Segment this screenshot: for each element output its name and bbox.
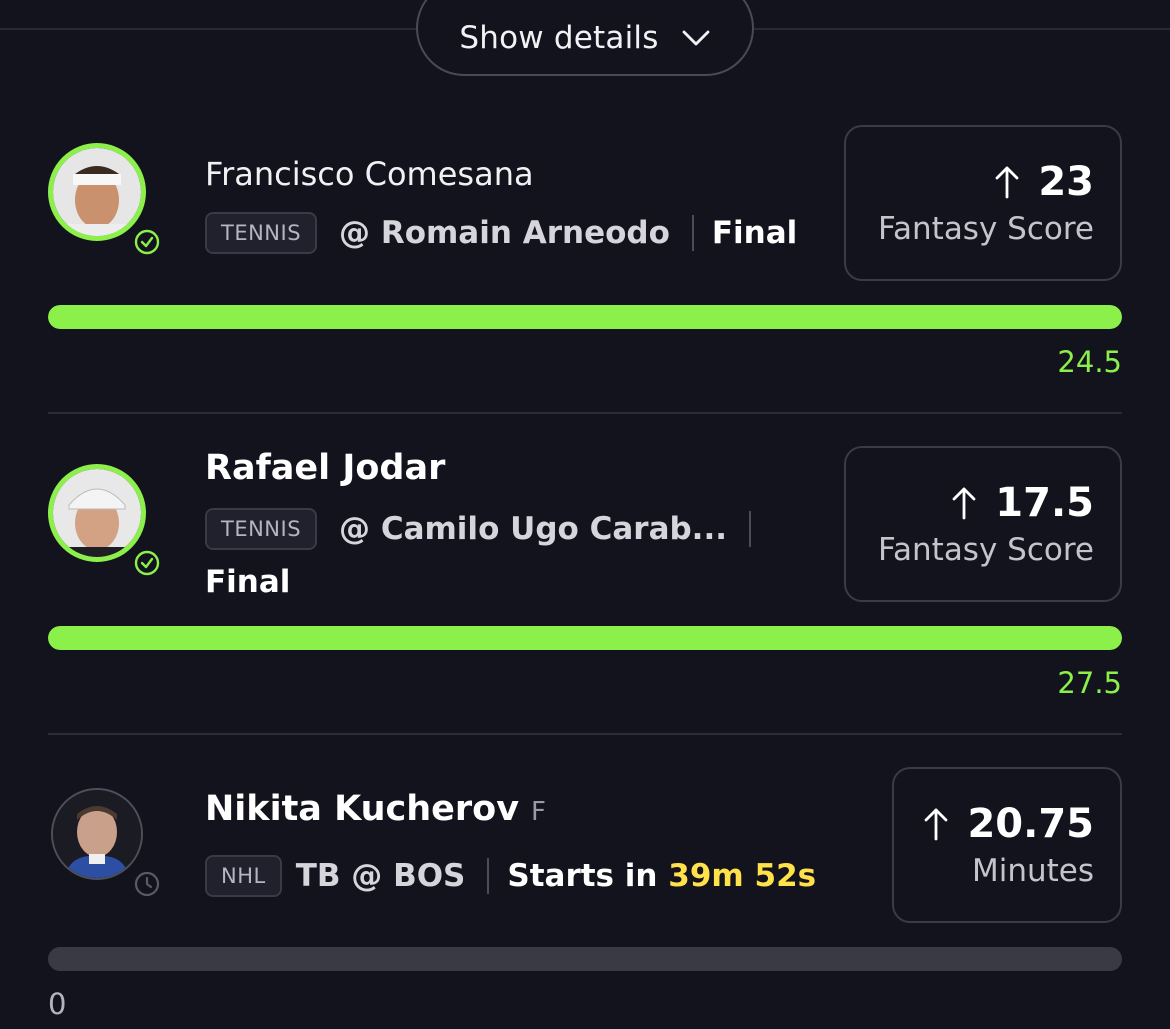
start-status: Starts in 39m 52s xyxy=(507,858,816,894)
projection-value: 23 xyxy=(1038,159,1094,205)
sport-tag: NHL xyxy=(205,855,282,897)
player-name: Nikita Kucherov xyxy=(205,789,520,829)
meta-separator xyxy=(749,511,752,547)
player-meta: TENNIS @ Romain Arneodo Final xyxy=(205,212,797,254)
player-photo xyxy=(53,148,141,236)
show-details-label: Show details xyxy=(459,20,659,56)
progress-fill xyxy=(48,626,1122,650)
projection-box[interactable]: 23 Fantasy Score xyxy=(844,125,1122,281)
show-details-button[interactable]: Show details xyxy=(416,0,754,76)
line-value: 24.5 xyxy=(1057,345,1122,379)
player-card-comesana[interactable]: Francisco Comesana TENNIS @ Romain Arneo… xyxy=(48,125,1122,285)
chevron-down-icon xyxy=(682,30,709,46)
arrow-up-icon xyxy=(925,808,948,841)
player-photo xyxy=(53,469,141,557)
player-card-kucherov[interactable]: Nikita Kucherov F NHL TB @ BOS Starts in … xyxy=(48,767,1122,923)
avatar xyxy=(48,464,146,562)
progress-bar xyxy=(48,947,1122,971)
player-avatar xyxy=(48,785,162,899)
player-position: F xyxy=(531,797,547,827)
stat-label: Minutes xyxy=(971,853,1094,889)
game-status: Final xyxy=(205,564,291,600)
clock-icon xyxy=(132,869,162,899)
line-value: 0 xyxy=(48,987,67,1021)
player-photo xyxy=(53,790,141,878)
check-circle-icon xyxy=(132,227,162,257)
stat-label: Fantasy Score xyxy=(878,211,1094,247)
sport-tag: TENNIS xyxy=(205,212,318,254)
progress-bar xyxy=(48,305,1122,329)
player-name: Francisco Comesana xyxy=(205,155,534,193)
card-divider xyxy=(48,733,1122,735)
projection-box[interactable]: 20.75 Minutes xyxy=(892,767,1122,923)
projection-value: 20.75 xyxy=(967,801,1094,847)
opponent: @ Camilo Ugo Carab... xyxy=(339,511,728,547)
player-name-row: Nikita Kucherov F xyxy=(205,789,546,829)
player-avatar xyxy=(48,143,162,257)
opponent: @ Romain Arneodo xyxy=(339,215,670,251)
card-divider xyxy=(48,412,1122,414)
player-avatar xyxy=(48,464,162,578)
progress-bar xyxy=(48,626,1122,650)
player-card-jodar[interactable]: Rafael Jodar TENNIS @ Camilo Ugo Carab..… xyxy=(48,446,1122,606)
arrow-up-icon xyxy=(995,166,1019,199)
line-value: 27.5 xyxy=(1057,666,1122,700)
player-meta: TENNIS @ Camilo Ugo Carab... xyxy=(205,508,769,550)
stat-label: Fantasy Score xyxy=(878,532,1094,568)
starts-in-label: Starts in xyxy=(507,858,658,894)
countdown-timer: 39m 52s xyxy=(668,858,817,894)
check-circle-icon xyxy=(132,548,162,578)
progress-fill xyxy=(48,305,1122,329)
projection-value: 17.5 xyxy=(995,480,1094,526)
projection-box[interactable]: 17.5 Fantasy Score xyxy=(844,446,1122,602)
meta-separator xyxy=(487,858,490,894)
arrow-up-icon xyxy=(952,487,976,520)
avatar xyxy=(51,788,143,880)
game-status: Final xyxy=(711,215,798,251)
player-meta: NHL TB @ BOS Starts in 39m 52s xyxy=(205,855,816,897)
player-name: Rafael Jodar xyxy=(205,448,446,488)
matchup: TB @ BOS xyxy=(295,858,466,894)
meta-separator xyxy=(691,215,694,251)
sport-tag: TENNIS xyxy=(205,508,318,550)
avatar xyxy=(48,143,146,241)
